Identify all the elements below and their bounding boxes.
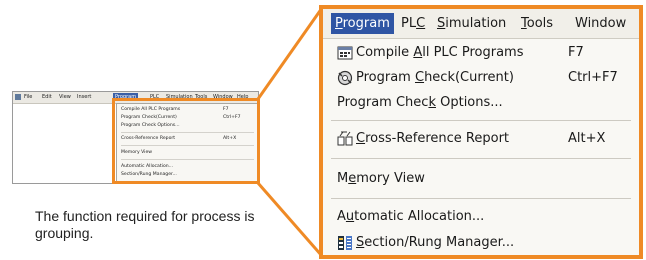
program-check-icon — [337, 70, 353, 86]
menu-item-program-check-options[interactable]: Program Check Options... — [323, 91, 639, 115]
menu-item-program-check[interactable]: Program Check(Current) Ctrl+F7 — [323, 66, 639, 90]
menu-plc[interactable]: PLC — [401, 13, 425, 34]
menu-item-memory-view[interactable]: Memory View — [323, 167, 639, 191]
shortcut-f7: F7 — [568, 45, 584, 60]
menu-separator — [331, 198, 631, 199]
highlight-frame — [112, 98, 260, 184]
cross-reference-icon — [337, 131, 353, 146]
thumb-menu-insert[interactable]: Insert — [77, 93, 91, 101]
menu-item-compile-all[interactable]: Compile All PLC Programs F7 — [323, 41, 639, 65]
compile-icon — [337, 46, 353, 60]
menu-tools[interactable]: Tools — [521, 13, 553, 34]
menu-item-cross-reference[interactable]: Cross-Reference Report Alt+X — [323, 127, 639, 151]
section-manager-icon — [338, 236, 352, 250]
shortcut-ctrl-f7: Ctrl+F7 — [568, 70, 618, 85]
connector-top — [256, 7, 324, 100]
menu-simulation[interactable]: Simulation — [437, 13, 506, 34]
zoomed-program-menu: Program PLC Simulation Tools Window Comp… — [319, 5, 643, 259]
thumb-menu-file[interactable]: File — [24, 93, 32, 101]
menu-separator — [331, 120, 631, 121]
caption-text: The function required for process is gro… — [35, 208, 255, 241]
app-icon — [15, 94, 21, 100]
menu-window[interactable]: Window — [575, 13, 626, 34]
thumb-menu-view[interactable]: View — [59, 93, 71, 101]
menu-program[interactable]: Program — [331, 13, 394, 34]
shortcut-alt-x: Alt+X — [568, 131, 606, 146]
menu-item-section-rung-manager[interactable]: Section/Rung Manager... — [323, 231, 639, 255]
menu-separator — [331, 158, 631, 159]
thumb-menu-edit[interactable]: Edit — [42, 93, 52, 101]
menubar: Program PLC Simulation Tools Window — [323, 9, 639, 39]
menu-item-automatic-allocation[interactable]: Automatic Allocation... — [323, 205, 639, 229]
